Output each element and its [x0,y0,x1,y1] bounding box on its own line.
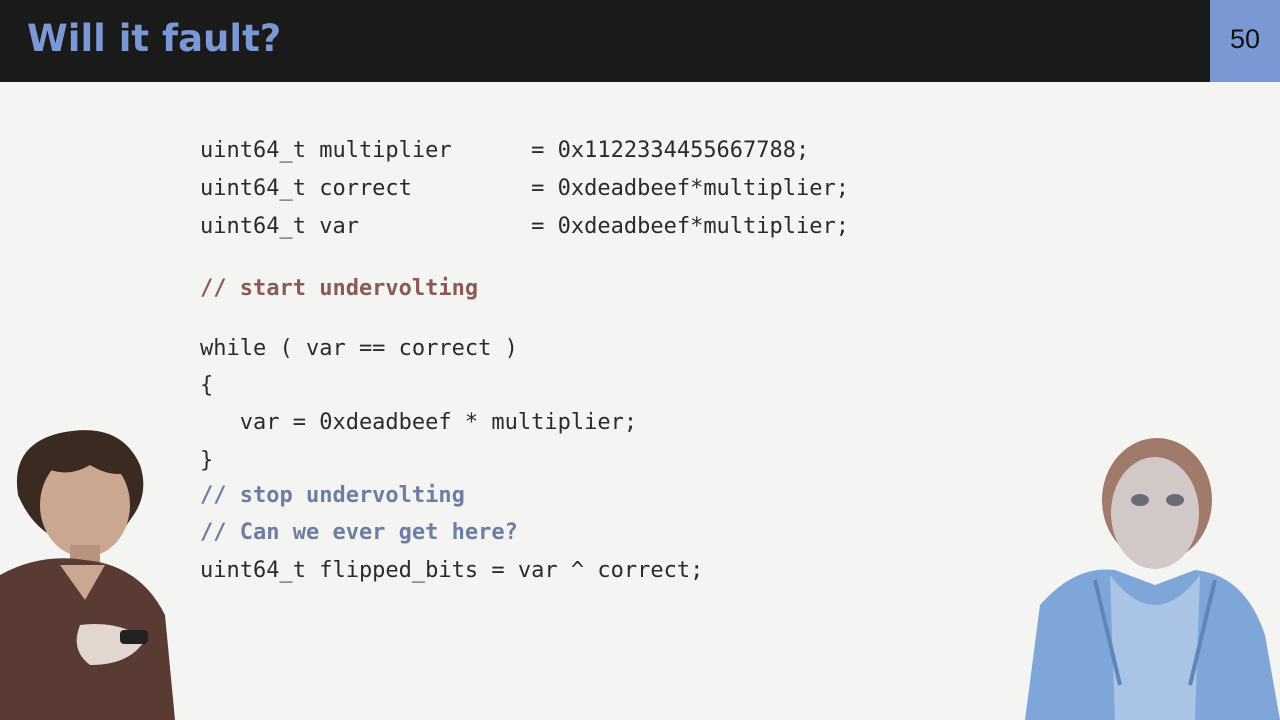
slide-title: Will it fault? [27,17,282,60]
slide-header: Will it fault? [0,0,1210,82]
comment-start-undervolting: // start undervolting [200,276,479,301]
code-line-multiplier: uint64_t multiplier = 0x1122334455667788… [200,138,810,163]
code-line-correct: uint64_t correct = 0xdeadbeef*multiplier… [200,176,850,201]
code-line-flipped-bits: uint64_t flipped_bits = var ^ correct; [200,558,704,583]
code-line-loop-body: var = 0xdeadbeef * multiplier; [200,410,638,435]
page-number-box: 50 [1210,0,1280,82]
code-line-close-brace: } [200,448,214,473]
comment-stop-undervolting: // stop undervolting [200,483,465,508]
code-line-open-brace: { [200,373,214,398]
code-line-while: while ( var == correct ) [200,336,518,361]
right-presenter-image [1025,438,1280,720]
page-number: 50 [1229,24,1261,54]
left-presenter-image [0,430,175,720]
comment-question: // Can we ever get here? [200,520,518,545]
code-line-var: uint64_t var = 0xdeadbeef*multiplier; [200,214,850,239]
code-block: uint64_t multiplier = 0x1122334455667788… [200,0,849,583]
